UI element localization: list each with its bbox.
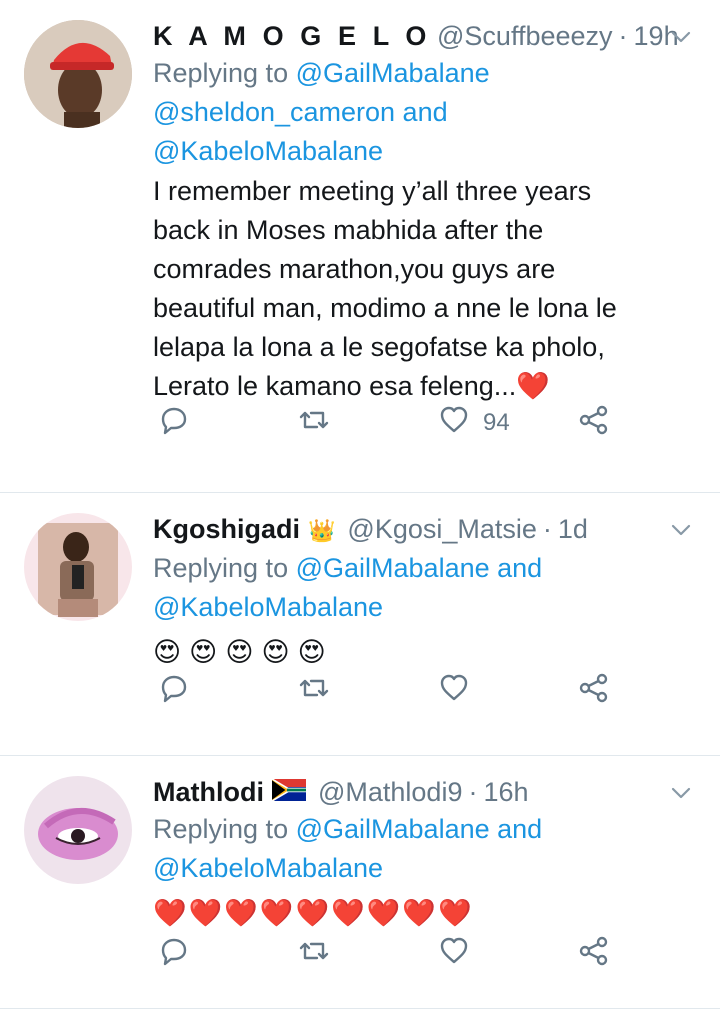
display-name[interactable]: Kgoshigadi xyxy=(153,511,300,547)
mention-link[interactable]: @sheldon_cameron and xyxy=(153,97,448,127)
share-button[interactable] xyxy=(577,934,611,975)
crown-badge: 👑 xyxy=(308,518,336,543)
text-line: lelapa la lona a le segofatse ka pholo, xyxy=(153,332,605,362)
share-icon xyxy=(577,403,611,444)
reply-prefix: Replying to xyxy=(153,58,289,88)
mention-link[interactable]: @GailMabalane and xyxy=(296,814,543,844)
text-line: comrades marathon,you guys are xyxy=(153,254,556,284)
heart-emoji: ❤️ xyxy=(516,371,550,401)
reply-icon xyxy=(157,671,191,712)
share-button[interactable] xyxy=(577,671,611,712)
avatar[interactable] xyxy=(24,20,132,128)
share-button[interactable] xyxy=(577,403,611,444)
like-count: 94 xyxy=(483,409,510,436)
heart-emoji: ❤️ xyxy=(295,898,330,928)
retweet-button[interactable] xyxy=(297,403,331,444)
chevron-down-icon[interactable] xyxy=(668,24,694,50)
like-icon xyxy=(437,671,471,712)
separator-dot: · xyxy=(468,777,478,807)
heart-eyes-emoji: 😍 xyxy=(153,637,182,667)
separator-dot: · xyxy=(542,514,552,544)
reply-button[interactable] xyxy=(157,403,191,444)
separator-dot: · xyxy=(618,21,628,51)
heart-emoji: ❤️ xyxy=(366,898,401,928)
user-handle[interactable]: @Kgosi_Matsie xyxy=(347,511,537,547)
like-button[interactable] xyxy=(437,934,471,975)
mention-link[interactable]: @GailMabalane xyxy=(296,58,490,88)
retweet-icon xyxy=(297,671,331,712)
retweet-icon xyxy=(297,934,331,975)
avatar[interactable] xyxy=(24,776,132,884)
heart-emoji: ❤️ xyxy=(259,898,294,928)
like-button[interactable]: 94 xyxy=(437,403,510,444)
retweet-button[interactable] xyxy=(297,934,331,975)
tweet[interactable]: Kgoshigadi 👑 @Kgosi_Matsie · 1d Replying… xyxy=(0,493,720,756)
reply-icon xyxy=(157,934,191,975)
tweet[interactable]: Mathlodi @Mathlodi9 · 16h Replying to @G… xyxy=(0,756,720,1009)
heart-emoji: ❤️ xyxy=(331,898,365,928)
mention-link[interactable]: @KabeloMabalane xyxy=(153,136,383,166)
heart-emoji: ❤️ xyxy=(153,898,187,928)
heart-emoji: ❤️ xyxy=(402,898,436,928)
timestamp[interactable]: 16h xyxy=(483,774,528,810)
reply-prefix: Replying to xyxy=(153,553,289,583)
display-name[interactable]: K A M O G E L O xyxy=(153,18,431,54)
heart-eyes-emoji: 😍 xyxy=(261,637,290,667)
heart-emoji: ❤️ xyxy=(438,898,472,928)
text-line: beautiful man, modimo a nne le lona le xyxy=(153,293,617,323)
tweet-text: I remember meeting y’all three years bac… xyxy=(153,172,694,406)
heart-emoji: ❤️ xyxy=(188,898,223,928)
mention-link[interactable]: @KabeloMabalane xyxy=(153,853,383,883)
reply-prefix: Replying to xyxy=(153,814,289,844)
chevron-down-icon[interactable] xyxy=(668,780,694,806)
share-icon xyxy=(577,671,611,712)
flag-badge xyxy=(271,779,306,801)
like-button[interactable] xyxy=(437,671,471,712)
mention-link[interactable]: @KabeloMabalane xyxy=(153,592,383,622)
avatar[interactable] xyxy=(24,513,132,621)
reply-button[interactable] xyxy=(157,671,191,712)
like-icon xyxy=(437,403,471,444)
tweet[interactable]: K A M O G E L O @Scuffbeeezy · 19h Reply… xyxy=(0,0,720,493)
user-handle[interactable]: @Mathlodi9 xyxy=(318,774,462,810)
timestamp[interactable]: 1d xyxy=(558,511,588,547)
text-line-last: Lerato le kamano esa feleng...❤️ xyxy=(153,371,550,401)
reply-button[interactable] xyxy=(157,934,191,975)
heart-eyes-emoji: 😍 xyxy=(225,637,254,667)
mention-link[interactable]: @GailMabalane and xyxy=(296,553,543,583)
emoji-text: 😍 😍 😍 😍 😍 xyxy=(153,633,694,672)
replying-to: Replying to @GailMabalane and @KabeloMab… xyxy=(153,810,694,888)
share-icon xyxy=(577,934,611,975)
chevron-down-icon[interactable] xyxy=(668,517,694,543)
display-name[interactable]: Mathlodi xyxy=(153,774,264,810)
south-africa-flag-icon xyxy=(271,779,306,801)
user-handle[interactable]: @Scuffbeeezy xyxy=(437,18,613,54)
text-line: I remember meeting y’all three years xyxy=(153,176,592,206)
reply-icon xyxy=(157,403,191,444)
retweet-icon xyxy=(297,403,331,444)
retweet-button[interactable] xyxy=(297,671,331,712)
like-icon xyxy=(437,934,471,975)
replying-to: Replying to @GailMabalane @sheldon_camer… xyxy=(153,54,694,171)
heart-eyes-emoji: 😍 xyxy=(297,637,326,667)
heart-eyes-emoji: 😍 xyxy=(189,637,218,667)
heart-emoji: ❤️ xyxy=(224,898,258,928)
replying-to: Replying to @GailMabalane and @KabeloMab… xyxy=(153,549,694,627)
text-line: back in Moses mabhida after the xyxy=(153,215,544,245)
emoji-text: ❤️ ❤️ ❤️ ❤️ ❤️ ❤️ ❤️ ❤️ ❤️ xyxy=(153,894,694,933)
